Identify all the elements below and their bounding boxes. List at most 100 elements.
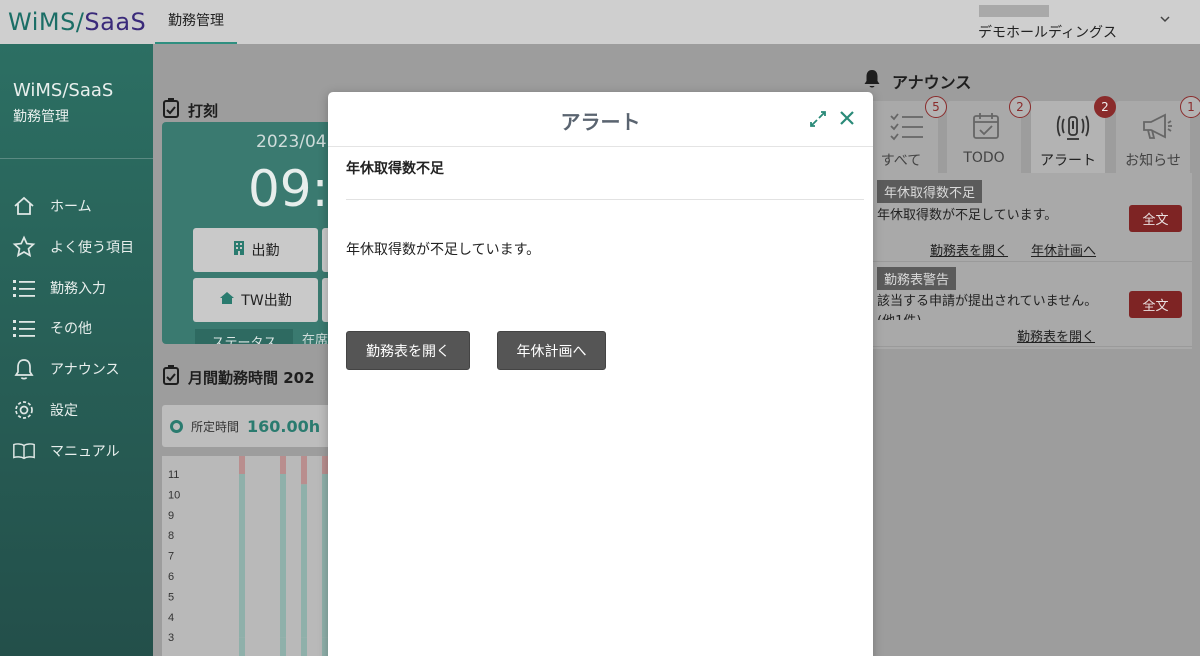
sidebar-subtitle: 勤務管理 (13, 109, 69, 125)
bar-regular-hours (301, 484, 307, 638)
sidebar-item-announce[interactable]: アナウンス (12, 354, 152, 384)
leave-plan-link[interactable]: 年休計画へ (1031, 240, 1096, 259)
count-badge: 2 (1094, 96, 1116, 118)
y-tick-label: 8 (168, 530, 174, 542)
announce-list: 年休取得数不足 年休取得数が不足しています。 全文 勤務表を開く 年休計画へ 勤… (870, 173, 1192, 349)
clock-time: 09: (248, 160, 329, 218)
y-tick-label: 5 (168, 591, 174, 603)
count-badge: 5 (925, 96, 947, 118)
modal-subject: 年休取得数不足 (346, 161, 444, 177)
monthly-heading-text: 月間勤務時間 202 (188, 368, 315, 387)
modal-header: アラート (328, 92, 873, 147)
sidebar-item-other[interactable]: その他 (12, 313, 152, 343)
bar-regular-hours (239, 637, 245, 656)
open-timesheet-link[interactable]: 勤務表を開く (930, 240, 1008, 259)
star-icon (12, 235, 36, 259)
count-badge: 1 (1180, 96, 1200, 118)
sidebar-item-settings[interactable]: 設定 (12, 395, 152, 425)
bar-overtime-hours (239, 456, 245, 474)
leave-plan-button[interactable]: 年休計画へ (497, 331, 606, 370)
telework-clock-in-button[interactable]: TW出勤 (193, 278, 318, 322)
tab-label: アラート (1040, 153, 1096, 169)
clock-in-button[interactable]: 出勤 (193, 228, 318, 272)
app-logo[interactable]: WiMS/SaaS (8, 8, 146, 36)
alert-message: 該当する申請が提出されていません。 (877, 294, 1098, 309)
announce-heading-text: アナウンス (892, 73, 972, 92)
checklist-icon (889, 111, 925, 145)
company-name[interactable]: デモホールディングス (978, 22, 1117, 42)
chevron-down-icon[interactable] (1158, 12, 1172, 30)
alert-message: 年休取得数が不足しています。 (877, 208, 1058, 223)
y-tick-label: 9 (168, 510, 174, 522)
open-timesheet-button[interactable]: 勤務表を開く (346, 331, 470, 370)
alert-modal: アラート 年休取得数不足 年休取得数が不足しています。 勤務表を開く 年休計画へ (328, 92, 873, 656)
tab-status[interactable]: ステータス (195, 329, 293, 344)
open-timesheet-link[interactable]: 勤務表を開く (1017, 326, 1095, 345)
alert-beacon-icon (1056, 111, 1090, 145)
top-bar: WiMS/SaaS 勤務管理 デモホールディングス (0, 0, 1200, 44)
bar-overtime-hours (280, 456, 286, 474)
sidebar-item-label: その他 (50, 321, 92, 337)
sidebar-item-favorites[interactable]: よく使う項目 (12, 232, 152, 262)
gear-icon (12, 398, 36, 422)
clock-in-label: 出勤 (251, 243, 280, 259)
bar-regular-hours (280, 474, 286, 638)
sidebar-title: WiMS/SaaS (13, 80, 114, 101)
tab-label: お知らせ (1125, 153, 1181, 169)
bar-regular-hours (301, 637, 307, 656)
y-tick-label: 4 (168, 612, 174, 624)
circle-icon (170, 419, 183, 433)
sidebar: WiMS/SaaS 勤務管理 ホーム よく使う項目 勤務入力 その他 アナウンス… (0, 44, 153, 656)
book-icon (12, 439, 36, 463)
logo-text-saas: SaaS (84, 8, 147, 36)
tab-presence[interactable]: 在席 (302, 329, 328, 344)
bar-regular-hours (239, 474, 245, 638)
building-icon (232, 240, 246, 260)
list-icon (12, 316, 36, 340)
tab-attendance-management[interactable]: 勤務管理 (155, 0, 237, 44)
sidebar-item-home[interactable]: ホーム (12, 191, 152, 221)
timecard-icon (162, 364, 180, 390)
y-tick-label: 6 (168, 571, 174, 583)
expand-icon[interactable] (808, 109, 828, 133)
modal-title: アラート (560, 110, 641, 134)
count-badge: 2 (1009, 96, 1031, 118)
clock-card: 2023/04 09: 出勤 TW出勤 ステータス 在席 (162, 122, 332, 344)
y-tick-label: 11 (168, 469, 179, 481)
company-code-redacted (979, 5, 1049, 17)
full-text-button[interactable]: 全文 (1129, 205, 1182, 232)
y-tick-label: 10 (168, 489, 180, 501)
divider (870, 261, 1192, 262)
bell-icon (12, 357, 36, 381)
close-icon[interactable] (837, 108, 857, 132)
y-tick-label: 7 (168, 551, 174, 563)
modal-body-text: 年休取得数が不足しています。 (346, 242, 541, 258)
house-icon (219, 290, 235, 310)
telework-clock-in-label: TW出勤 (241, 293, 292, 309)
scheduled-hours-label: 所定時間 (191, 419, 240, 434)
scheduled-hours-card: 所定時間 160.00h (162, 405, 332, 447)
sidebar-item-label: ホーム (50, 199, 92, 215)
full-text-button[interactable]: 全文 (1129, 291, 1182, 318)
monthly-hours-chart: 11 10 9 8 7 6 5 4 3 (162, 456, 332, 656)
sidebar-item-attendance-input[interactable]: 勤務入力 (12, 273, 152, 303)
home-icon (12, 194, 36, 218)
divider (346, 199, 864, 200)
sidebar-item-manual[interactable]: マニュアル (12, 436, 152, 466)
alert-tag: 勤務表警告 (877, 267, 957, 290)
sidebar-item-label: 設定 (50, 403, 78, 419)
scheduled-hours-value: 160.00h (247, 416, 321, 436)
chart-svg: 11 10 9 8 7 6 5 4 3 (168, 456, 328, 656)
sidebar-item-label: マニュアル (50, 444, 120, 460)
calendar-check-icon (972, 111, 1000, 145)
tab-alert[interactable]: アラート (1031, 101, 1105, 173)
bell-icon (862, 68, 882, 94)
announce-heading: アナウンス (862, 68, 971, 94)
tab-notices[interactable]: お知らせ (1116, 101, 1190, 173)
clock-heading-text: 打刻 (188, 101, 219, 120)
sidebar-item-label: アナウンス (50, 362, 120, 378)
bar-regular-hours (280, 637, 286, 656)
sidebar-item-label: 勤務入力 (50, 281, 106, 297)
clock-date: 2023/04 (256, 132, 327, 152)
logo-text-wims: WiMS/ (8, 8, 85, 36)
